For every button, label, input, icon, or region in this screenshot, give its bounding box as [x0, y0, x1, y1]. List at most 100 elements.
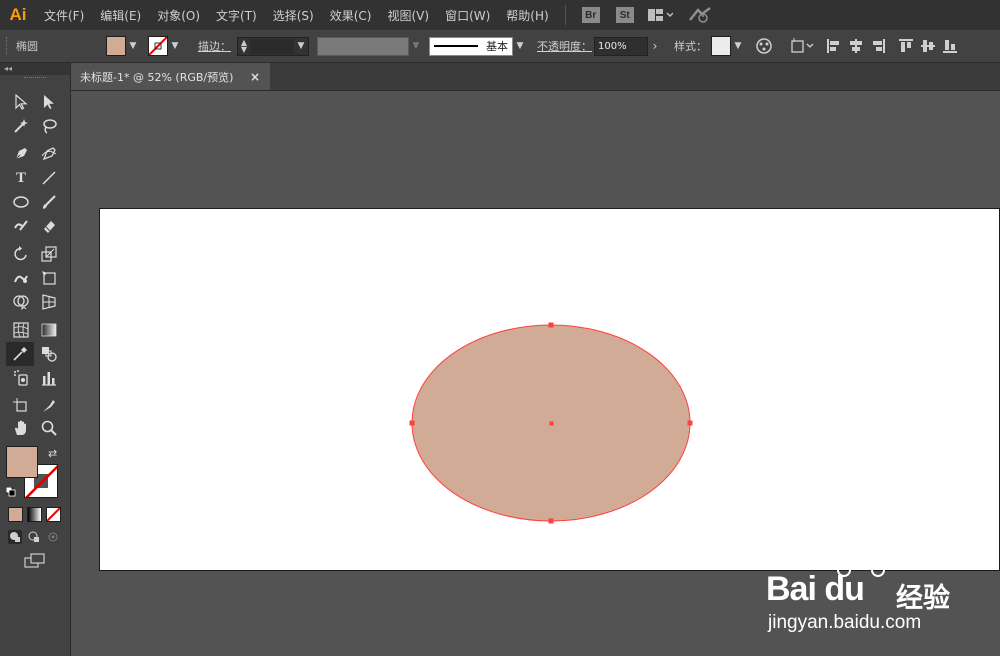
eraser-tool-icon[interactable]	[36, 215, 62, 237]
stroke-label[interactable]: 描边：	[198, 38, 231, 54]
arrange-documents-icon[interactable]	[642, 4, 678, 26]
column-graph-tool-icon[interactable]	[36, 367, 62, 389]
warp-tool-icon[interactable]	[8, 267, 34, 289]
menu-effect[interactable]: 效果(C)	[322, 7, 380, 24]
draw-behind-icon[interactable]	[27, 530, 41, 544]
menu-edit[interactable]: 编辑(E)	[92, 7, 149, 24]
document-tab[interactable]: 未标题-1* @ 52% (RGB/预览) ×	[70, 63, 270, 90]
rotate-tool-icon[interactable]	[8, 243, 34, 265]
gradient-mode-button[interactable]	[27, 507, 42, 522]
graphic-style-chevron-icon[interactable]: ▼	[731, 41, 745, 51]
artboard[interactable]	[99, 208, 1000, 571]
watermark-url: jingyan.baidu.com	[768, 612, 922, 633]
recolor-artwork-icon[interactable]	[753, 35, 775, 57]
anchor-point-bottom[interactable]	[548, 518, 554, 524]
eyedropper-tool-icon[interactable]	[6, 342, 34, 366]
screen-mode-icon[interactable]	[24, 553, 46, 569]
slice-tool-icon[interactable]	[36, 395, 62, 417]
control-bar: 椭圆 ▼ ▼ 描边： ▲ ▼ ▼ ▼ 基本 ▼ 不透明度： 100% › 样式： …	[0, 30, 1000, 63]
gradient-tool-icon[interactable]	[36, 319, 62, 341]
menu-bar: Ai 文件(F) 编辑(E) 对象(O) 文字(T) 选择(S) 效果(C) 视…	[0, 0, 1000, 30]
brush-definition-chevron-icon[interactable]: ▼	[513, 41, 527, 51]
align-top-icon[interactable]	[895, 35, 917, 57]
paintbrush-tool-icon[interactable]	[36, 191, 62, 213]
menu-file[interactable]: 文件(F)	[36, 7, 92, 24]
ellipse-tool-icon[interactable]	[8, 191, 34, 213]
draw-inside-icon[interactable]	[46, 530, 60, 544]
menu-select[interactable]: 选择(S)	[265, 7, 322, 24]
symbol-sprayer-tool-icon[interactable]	[8, 367, 34, 389]
align-vertical-center-icon[interactable]	[917, 35, 939, 57]
opacity-label[interactable]: 不透明度：	[537, 38, 592, 54]
anchor-point-top[interactable]	[548, 322, 554, 328]
perspective-grid-tool-icon[interactable]	[36, 291, 62, 313]
mesh-tool-icon[interactable]	[8, 319, 34, 341]
type-tool-icon[interactable]: T	[8, 167, 34, 189]
menu-help[interactable]: 帮助(H)	[498, 7, 556, 24]
app-logo: Ai	[9, 5, 27, 24]
stroke-none-swatch[interactable]	[148, 36, 168, 56]
selection-tool-icon[interactable]	[8, 91, 34, 113]
align-right-icon[interactable]	[867, 35, 889, 57]
fill-swatch[interactable]	[106, 36, 126, 56]
variable-width-profile-field[interactable]	[317, 36, 409, 56]
menu-window[interactable]: 窗口(W)	[437, 7, 498, 24]
object-name-label: 椭圆	[16, 40, 38, 53]
baidu-watermark: Bai du 经验 jingyan.baidu.com	[762, 548, 992, 640]
stock-button[interactable]: St	[615, 7, 634, 23]
opacity-value: 100%	[598, 40, 627, 52]
scale-tool-icon[interactable]	[36, 243, 62, 265]
draw-normal-icon[interactable]	[8, 530, 22, 544]
anchor-point-left[interactable]	[409, 420, 415, 426]
line-segment-tool-icon[interactable]	[36, 167, 62, 189]
hand-tool-icon[interactable]	[8, 417, 34, 439]
menu-object[interactable]: 对象(O)	[149, 7, 208, 24]
color-mode-button[interactable]	[8, 507, 23, 522]
fill-dropdown-chevron-icon[interactable]: ▼	[126, 41, 140, 51]
artboard-tool-icon[interactable]	[8, 395, 34, 417]
document-tab-bar: 未标题-1* @ 52% (RGB/预览) ×	[70, 63, 1000, 91]
tools-panel: ◂◂ T ⇄	[0, 63, 71, 656]
menu-separator	[564, 5, 566, 25]
opacity-arrow-icon[interactable]: ›	[648, 39, 662, 53]
stroke-weight-field[interactable]: ▲ ▼ ▼	[237, 36, 309, 56]
opacity-input[interactable]: 100%	[594, 36, 648, 56]
direct-selection-tool-icon[interactable]	[36, 91, 62, 113]
transform-reference-icon[interactable]	[787, 35, 817, 57]
swap-fill-stroke-icon[interactable]: ⇄	[48, 447, 57, 460]
blend-tool-icon[interactable]	[36, 343, 62, 365]
none-mode-button[interactable]	[46, 507, 61, 522]
default-fill-stroke-icon[interactable]	[5, 486, 16, 497]
curvature-tool-icon[interactable]	[36, 143, 62, 165]
gpu-performance-icon[interactable]	[684, 4, 716, 26]
shape-builder-tool-icon[interactable]	[8, 291, 34, 313]
tools-panel-grip[interactable]	[24, 77, 46, 84]
watermark-brand: Bai du	[766, 570, 865, 608]
close-tab-icon[interactable]: ×	[250, 70, 260, 84]
menu-type[interactable]: 文字(T)	[208, 7, 265, 24]
menu-view[interactable]: 视图(V)	[379, 7, 437, 24]
document-tab-title: 未标题-1* @ 52% (RGB/预览)	[80, 70, 234, 84]
collapse-panel-icon[interactable]: ◂◂	[0, 63, 70, 75]
shaper-tool-icon[interactable]	[8, 215, 34, 237]
lasso-tool-icon[interactable]	[36, 115, 62, 137]
stroke-dropdown-chevron-icon[interactable]: ▼	[168, 41, 182, 51]
align-left-icon[interactable]	[823, 35, 845, 57]
stroke-weight-chevron-icon[interactable]: ▼	[294, 41, 308, 51]
stroke-weight-stepper-icon[interactable]: ▲ ▼	[238, 39, 250, 54]
bridge-button[interactable]: Br	[581, 7, 600, 23]
brush-definition-field[interactable]: 基本	[429, 36, 513, 56]
free-transform-tool-icon[interactable]	[36, 267, 62, 289]
zoom-tool-icon[interactable]	[36, 417, 62, 439]
pen-tool-icon[interactable]	[8, 143, 34, 165]
variable-width-chevron-icon[interactable]: ▼	[409, 41, 423, 51]
magic-wand-tool-icon[interactable]	[8, 115, 34, 137]
fill-color-box[interactable]	[6, 446, 38, 478]
anchor-point-right[interactable]	[687, 420, 693, 426]
brush-definition-value: 基本	[486, 40, 508, 53]
align-horizontal-center-icon[interactable]	[845, 35, 867, 57]
graphic-style-swatch[interactable]	[711, 36, 731, 56]
center-point[interactable]	[549, 421, 554, 426]
style-label: 样式：	[674, 40, 707, 53]
align-bottom-icon[interactable]	[939, 35, 961, 57]
